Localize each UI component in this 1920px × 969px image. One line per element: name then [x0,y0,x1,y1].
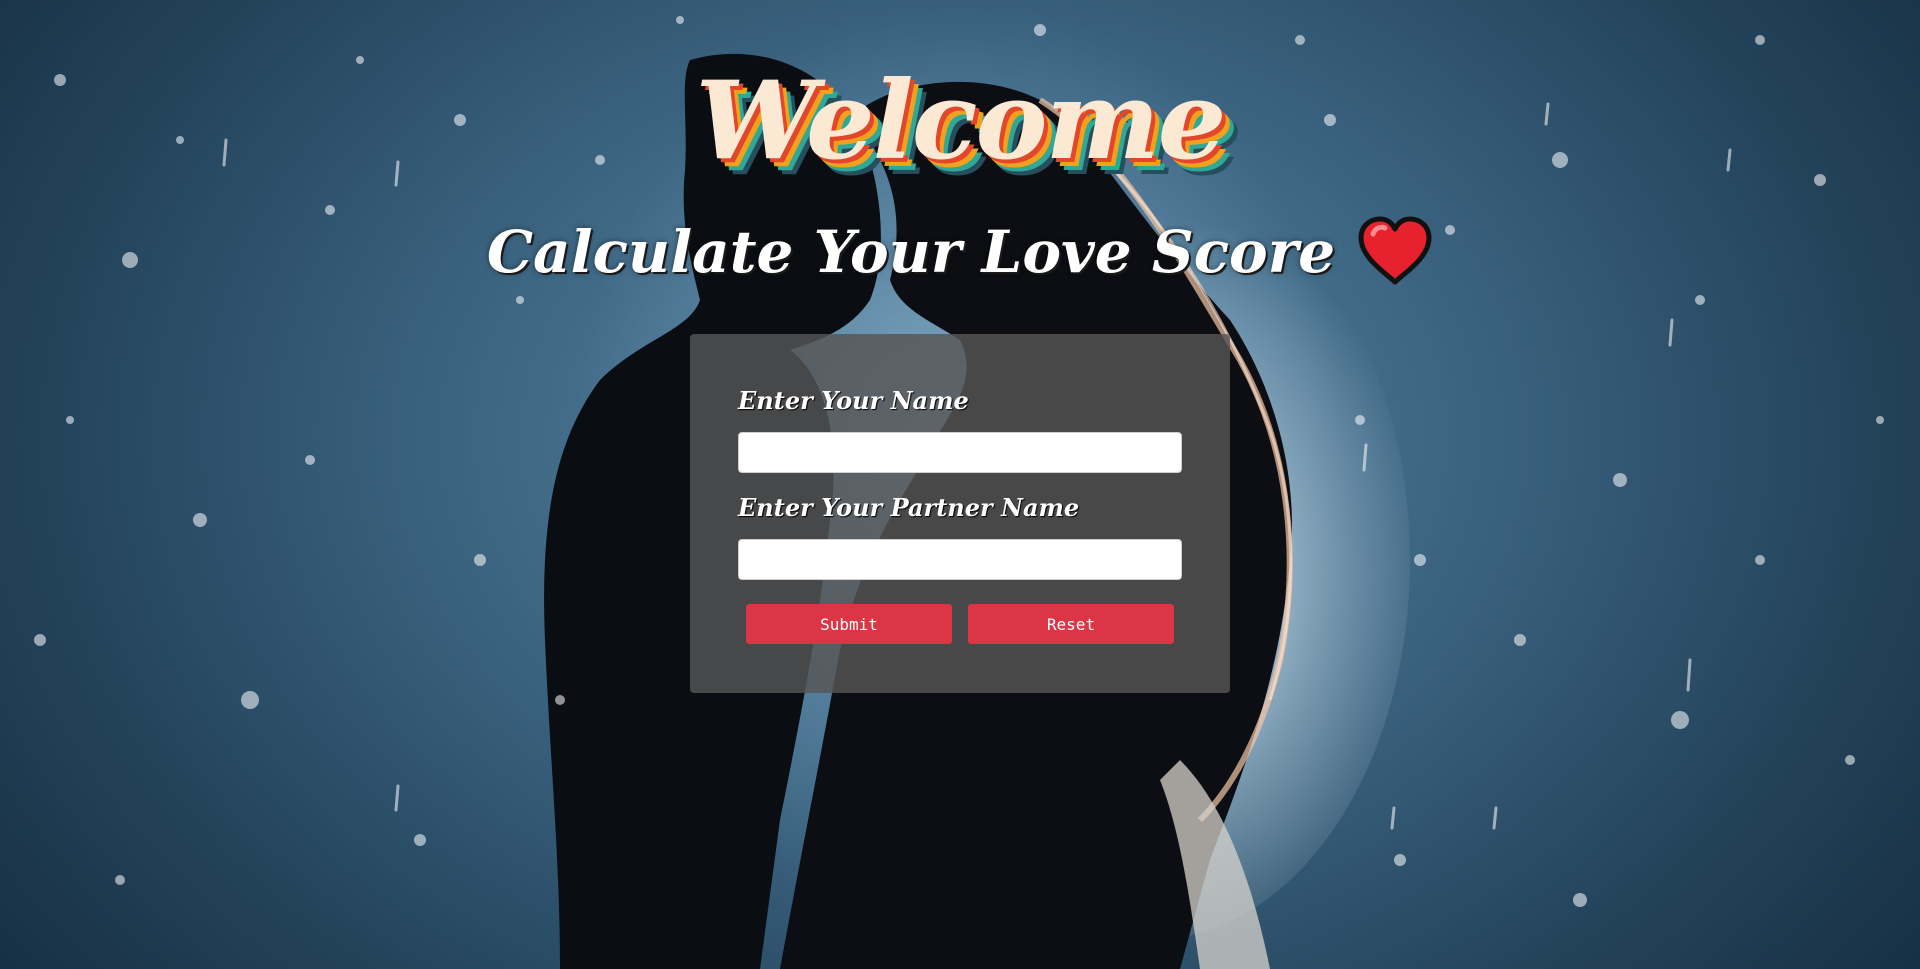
reset-button[interactable]: Reset [968,604,1174,644]
name-label: Enter Your Name [738,386,969,415]
page-subtitle: Calculate Your Love Score [0,216,1920,292]
submit-button[interactable]: Submit [746,604,952,644]
partner-name-input[interactable] [738,539,1182,580]
love-form-card: Enter Your Name Enter Your Partner Name … [690,334,1230,693]
welcome-heading: Welcome [695,58,1226,184]
name-input[interactable] [738,432,1182,473]
partner-name-label: Enter Your Partner Name [738,493,1080,522]
subtitle-text: Calculate Your Love Score [486,218,1336,286]
heart-icon [1358,216,1432,285]
